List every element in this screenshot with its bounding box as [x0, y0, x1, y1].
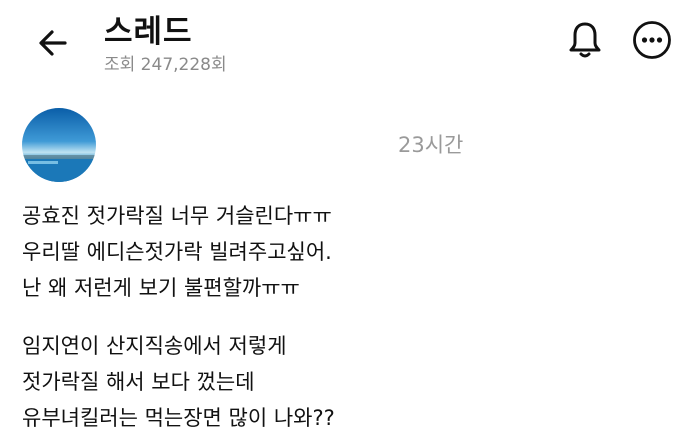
post-line: 임지연이 산지직송에서 저렇게 — [22, 334, 287, 358]
more-options-button[interactable] — [632, 20, 672, 60]
more-horizontal-icon — [633, 21, 671, 59]
post-paragraph-2: 임지연이 산지직송에서 저렇게 젓가락질 해서 보다 껐는데 유부녀킬러는 먹는… — [22, 328, 335, 436]
arrow-left-icon — [39, 30, 67, 56]
view-count: 조회 247,228회 — [104, 55, 227, 75]
post-line: 젓가락질 해서 보다 껐는데 — [22, 370, 255, 394]
post-paragraph-1: 공효진 젓가락질 너무 거슬린다ㅠㅠ 우리딸 에디슨젓가락 빌려주고싶어. 난 … — [22, 198, 332, 306]
back-button[interactable] — [34, 24, 72, 62]
notification-button[interactable] — [563, 18, 607, 62]
avatar[interactable] — [22, 108, 96, 182]
page-title: 스레드 — [104, 14, 193, 50]
post-line: 공효진 젓가락질 너무 거슬린다ㅠㅠ — [22, 204, 332, 228]
post-line: 우리딸 에디슨젓가락 빌려주고싶어. — [22, 240, 332, 264]
post-time: 23시간 — [398, 133, 464, 157]
post-line: 난 왜 저런게 보기 불편할까ㅠㅠ — [22, 276, 300, 300]
post-line: 유부녀킬러는 먹는장면 많이 나와?? — [22, 406, 335, 430]
bell-icon — [569, 22, 601, 58]
thread-page: 스레드 조회 247,228회 23시간 공효진 젓가락질 너무 거슬린다ㅠㅠ … — [0, 0, 700, 439]
